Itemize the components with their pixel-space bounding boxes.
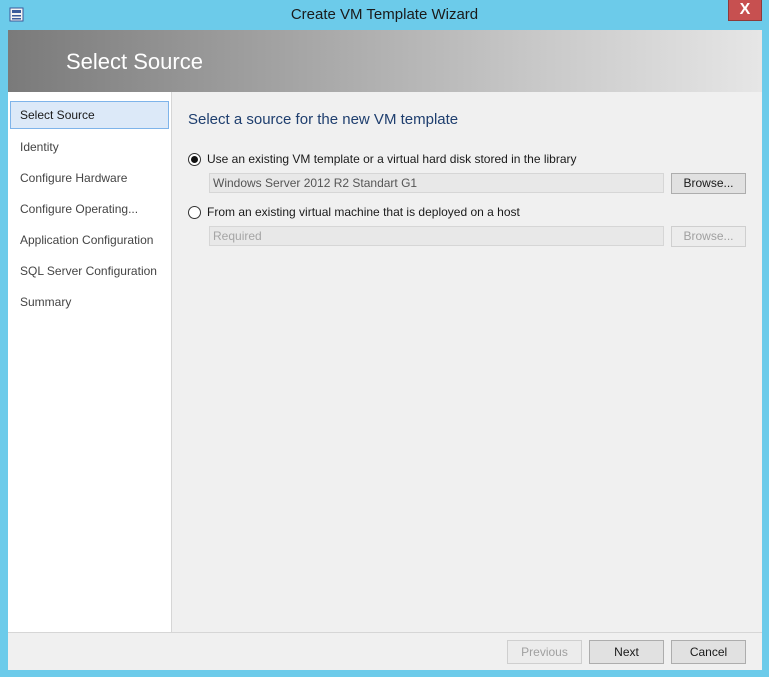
window-title: Create VM Template Wizard (290, 6, 479, 23)
sidebar-item-summary[interactable]: Summary (10, 288, 169, 316)
title-bar[interactable]: Create VM Template Wizard X (0, 0, 769, 30)
content-heading: Select a source for the new VM template (188, 111, 459, 128)
option-library-row[interactable]: Use an existing VM template or a virtual… (188, 151, 577, 167)
cancel-button[interactable]: Cancel (671, 640, 746, 664)
next-button[interactable]: Next (589, 640, 664, 664)
sidebar-item-application-configuration[interactable]: Application Configuration (10, 226, 169, 254)
close-button[interactable]: X (728, 0, 762, 21)
library-source-label: Use an existing VM template or a virtual… (207, 152, 577, 166)
sidebar-item-configure-hardware[interactable]: Configure Hardware (10, 164, 169, 192)
page-title: Select Source (66, 49, 203, 74)
sidebar-item-sql-server-configuration[interactable]: SQL Server Configuration (10, 257, 169, 285)
option-host-row[interactable]: From an existing virtual machine that is… (188, 204, 520, 220)
host-source-field: Required (209, 226, 664, 246)
library-source-radio[interactable] (188, 152, 201, 166)
sidebar-item-configure-operating[interactable]: Configure Operating... (10, 195, 169, 223)
wizard-content: Select a source for the new VM template … (173, 92, 762, 632)
previous-button: Previous (507, 640, 582, 664)
wizard-window: Create VM Template Wizard X Select Sourc… (0, 0, 769, 677)
library-browse-button[interactable]: Browse... (671, 173, 746, 194)
wizard-client-area: Select Source Select Source Identity Con… (8, 30, 762, 670)
sidebar-item-select-source[interactable]: Select Source (10, 101, 169, 129)
sidebar-item-identity[interactable]: Identity (10, 133, 169, 161)
wizard-footer: Previous Next Cancel (8, 632, 762, 670)
library-source-field[interactable]: Windows Server 2012 R2 Standart G1 (209, 173, 664, 193)
wizard-step-nav: Select Source Identity Configure Hardwar… (8, 92, 172, 632)
host-source-label: From an existing virtual machine that is… (207, 205, 520, 219)
host-browse-button: Browse... (671, 226, 746, 247)
page-banner: Select Source (8, 30, 762, 92)
host-source-radio[interactable] (188, 205, 201, 219)
